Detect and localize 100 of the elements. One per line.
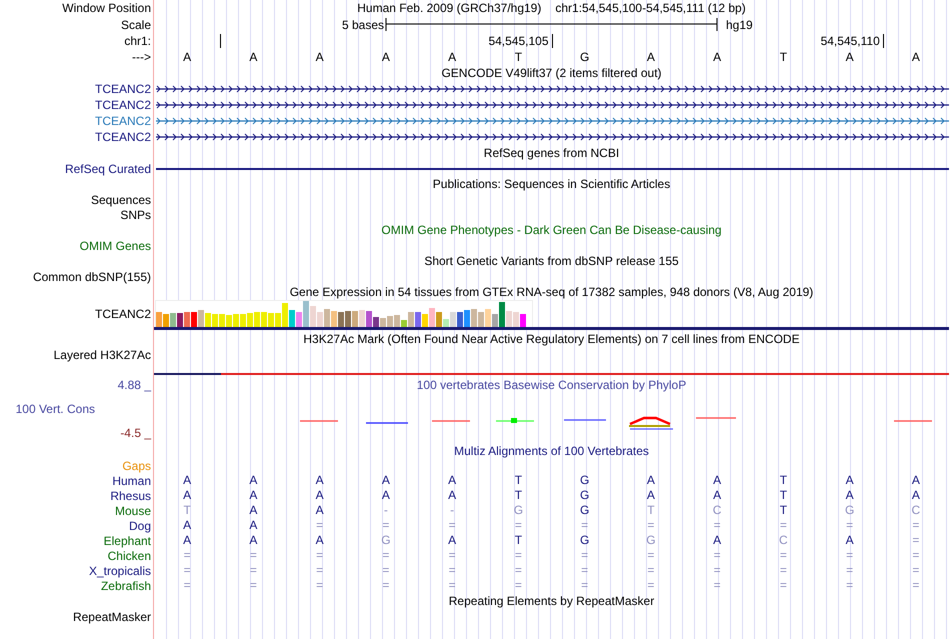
base-letter: = xyxy=(846,518,854,533)
base-letter: A xyxy=(316,50,324,64)
base-letter: = xyxy=(647,563,654,578)
base-letter: - xyxy=(450,503,454,518)
base-letter: G xyxy=(646,533,656,548)
base-letter: = xyxy=(912,533,920,548)
base-letter: T xyxy=(514,473,522,488)
base-letter: = xyxy=(514,563,522,578)
base-letter: A xyxy=(183,518,192,533)
gene-label[interactable]: TCEANC2 xyxy=(94,114,151,128)
base-letter: G xyxy=(514,503,524,518)
track-title: Gene Expression in 54 tissues from GTEx RNA-seq of 17382 samples, 948 donors (V8, Aug 2019) xyxy=(290,285,814,299)
base-letter: = xyxy=(714,578,721,593)
base-letter: A xyxy=(646,473,655,488)
base-letter: A xyxy=(448,50,456,64)
base-letter: A xyxy=(183,473,192,488)
base-letter: = xyxy=(382,563,390,578)
base-letter: A xyxy=(713,488,722,503)
base-letter: A xyxy=(316,488,324,503)
base-letter: A xyxy=(382,50,390,64)
species-label: Elephant xyxy=(104,534,151,548)
gene-label[interactable]: TCEANC2 xyxy=(94,130,151,144)
base-letter: A xyxy=(846,533,854,548)
base-letter: = xyxy=(448,563,456,578)
track-label: RepeatMasker xyxy=(72,610,151,624)
position-text: chr1:54,545,100-54,545,111 (12 bp) xyxy=(555,1,746,15)
track-label: SNPs xyxy=(120,208,151,222)
species-label: X_tropicalis xyxy=(88,564,151,578)
track-title: OMIM Gene Phenotypes - Dark Green Can Be Disease-causing xyxy=(381,223,722,237)
base-letter: G xyxy=(844,503,854,518)
base-letter: = xyxy=(250,548,257,563)
base-letter: A xyxy=(316,473,324,488)
track-title: Repeating Elements by RepeatMasker xyxy=(448,594,654,608)
track-label: 4.88 _ xyxy=(118,378,151,392)
base-letter: = xyxy=(780,518,787,533)
position-label: 54,545,110 xyxy=(820,34,880,49)
base-letter: A xyxy=(249,503,258,518)
base-letter: A xyxy=(448,473,456,488)
base-letter: = xyxy=(647,578,654,593)
track-label: Window Position xyxy=(62,1,151,15)
base-letter: G xyxy=(580,473,590,488)
track-label: -4.5 _ xyxy=(120,426,151,440)
base-letter: = xyxy=(316,518,324,533)
species-label: Mouse xyxy=(114,504,151,518)
track-title: Publications: Sequences in Scientific Articles xyxy=(432,177,670,191)
base-letter: A xyxy=(249,488,258,503)
track-title: Multiz Alignments of 100 Vertebrates xyxy=(454,444,649,458)
base-letter: = xyxy=(912,578,920,593)
base-letter: = xyxy=(316,563,324,578)
base-letter: T xyxy=(514,488,522,503)
base-letter: G xyxy=(580,50,590,64)
base-letter: T xyxy=(780,473,788,488)
base-letter: = xyxy=(581,563,588,578)
track-label: Sequences xyxy=(90,192,151,206)
base-letter: = xyxy=(184,563,191,578)
gene-label[interactable]: TCEANC2 xyxy=(94,98,151,112)
base-letter: A xyxy=(316,533,324,548)
base-letter: = xyxy=(647,548,654,563)
base-letter: = xyxy=(250,578,257,593)
base-letter: C xyxy=(912,503,920,518)
base-letter: A xyxy=(249,473,258,488)
base-letter: = xyxy=(448,518,456,533)
base-letter: = xyxy=(448,548,456,563)
track-label: Common dbSNP(155) xyxy=(32,270,151,284)
base-letter: = xyxy=(912,518,920,533)
base-letter: = xyxy=(382,578,390,593)
base-letter: = xyxy=(316,578,324,593)
base-letter: A xyxy=(183,488,192,503)
track-title: RefSeq genes from NCBI xyxy=(484,146,620,160)
gene-label[interactable]: TCEANC2 xyxy=(94,82,151,96)
base-letter: = xyxy=(912,563,920,578)
track-title: H3K27Ac Mark (Often Found Near Active Regulatory Elements) on 7 cell lines from ENCODE xyxy=(303,332,800,346)
species-label: Zebrafish xyxy=(100,578,151,592)
track-title: Short Genetic Variants from dbSNP release 155 xyxy=(424,254,679,268)
base-letter: = xyxy=(184,578,191,593)
position-label: 54,545,105 xyxy=(488,34,548,49)
position-tick xyxy=(882,34,884,48)
base-letter: G xyxy=(580,488,590,503)
species-label: Rhesus xyxy=(110,488,151,502)
base-letter: = xyxy=(780,548,787,563)
track-label: chr1: xyxy=(124,34,151,48)
base-letter: A xyxy=(183,533,192,548)
species-label: Dog xyxy=(128,518,151,532)
base-letter: = xyxy=(780,563,787,578)
base-letter: T xyxy=(514,533,522,548)
base-letter: = xyxy=(514,578,522,593)
base-letter: = xyxy=(780,578,787,593)
base-letter: A xyxy=(912,488,920,503)
base-letter: G xyxy=(580,533,590,548)
base-letter: A xyxy=(713,473,722,488)
base-letter: = xyxy=(846,548,854,563)
base-letter: A xyxy=(846,488,854,503)
base-letter: A xyxy=(382,473,390,488)
base-letter: A xyxy=(316,503,324,518)
track-label: Layered H3K27Ac xyxy=(54,348,151,362)
base-letter: A xyxy=(646,488,655,503)
base-letter: = xyxy=(912,548,920,563)
base-letter: G xyxy=(580,503,590,518)
base-letter: A xyxy=(249,518,258,533)
base-letter: = xyxy=(714,548,721,563)
